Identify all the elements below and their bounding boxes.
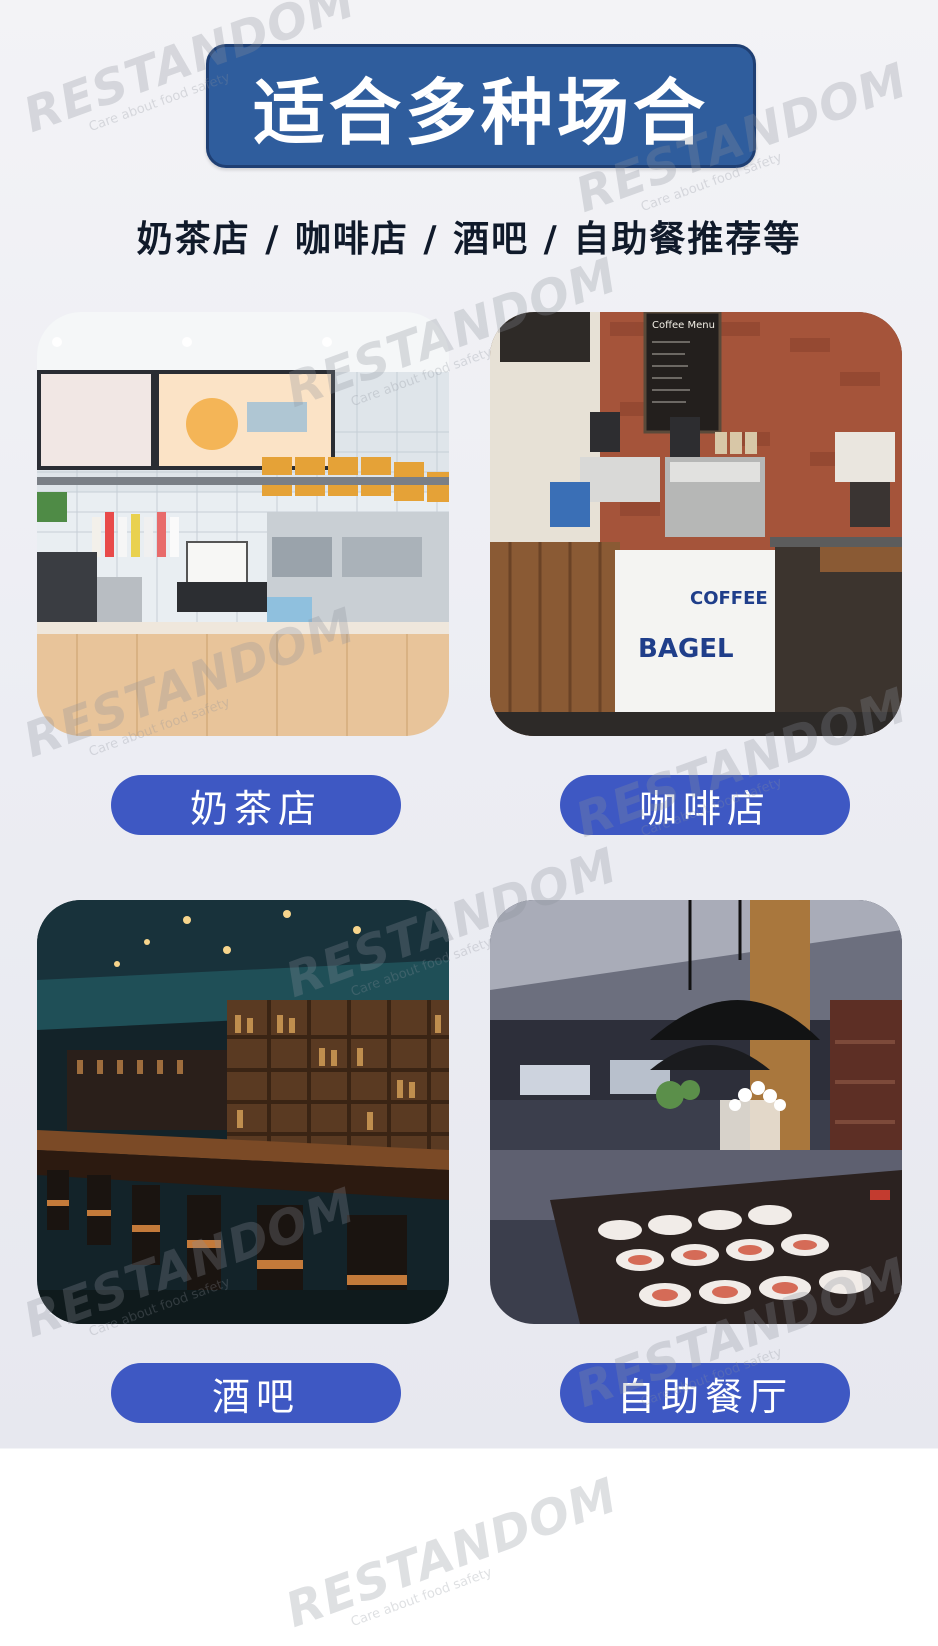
- title-banner: 适合多种场合: [206, 44, 756, 168]
- bagel-text: BAGEL: [638, 634, 734, 664]
- page-title: 适合多种场合: [252, 70, 709, 155]
- subtitle: 奶茶店 / 咖啡店 / 酒吧 / 自助餐推荐等: [136, 219, 802, 260]
- coffee-shop-photo: Coffee Menu BAGEL COFFEE: [490, 312, 902, 736]
- page: 适合多种场合 奶茶店 / 咖啡店 / 酒吧 / 自助餐推荐等 Coffee Me…: [0, 0, 938, 1646]
- bar-photo: [37, 900, 449, 1324]
- milk-tea-shop-photo: [37, 312, 449, 736]
- buffet-restaurant-photo: [490, 900, 902, 1324]
- label-milk-tea-shop: 奶茶店: [111, 775, 401, 835]
- label-coffee-shop: 咖啡店: [560, 775, 850, 835]
- label-buffet-restaurant: 自助餐厅: [560, 1363, 850, 1423]
- coffee-menu-text: Coffee Menu: [652, 320, 715, 331]
- coffee-text: COFFEE: [690, 588, 768, 609]
- label-bar: 酒吧: [111, 1363, 401, 1423]
- watermark-logo: RESTANDOM Care about food safety: [278, 1467, 625, 1639]
